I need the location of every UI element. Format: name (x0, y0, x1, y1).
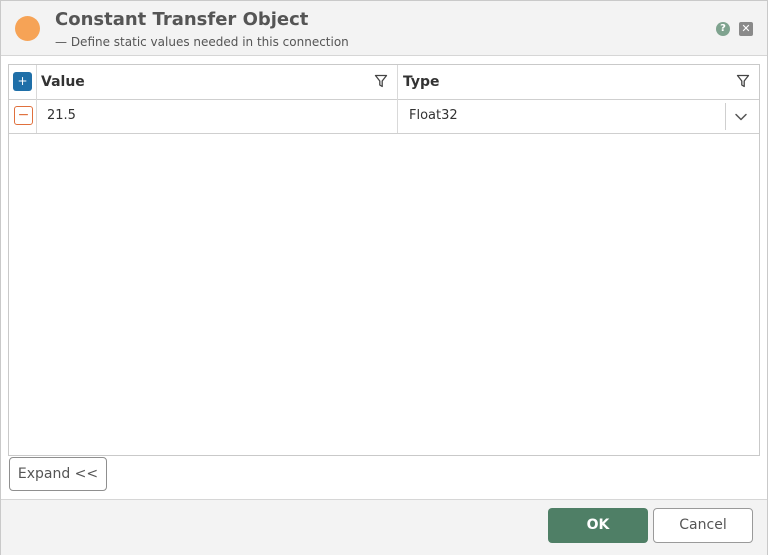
filter-icon[interactable] (374, 74, 388, 88)
ok-button[interactable]: OK (548, 508, 648, 543)
constant-transfer-object-dialog: Constant Transfer Object — Define static… (0, 0, 768, 555)
filter-icon[interactable] (736, 74, 750, 88)
constants-grid: + Value Type − 21.5 Float32 (8, 64, 760, 456)
add-row-button[interactable]: + (13, 72, 32, 91)
value-cell[interactable]: 21.5 (47, 108, 76, 123)
remove-row-button[interactable]: − (14, 106, 33, 125)
dialog-subtitle: — Define static values needed in this co… (55, 35, 349, 49)
status-dot-icon (15, 16, 40, 41)
dialog-footer: OK Cancel (1, 499, 767, 555)
select-divider (725, 103, 726, 130)
close-icon[interactable]: ✕ (739, 22, 753, 36)
grid-header: + Value Type (9, 65, 759, 100)
chevron-down-icon[interactable] (734, 110, 748, 124)
type-select[interactable]: Float32 (398, 100, 758, 133)
cancel-button[interactable]: Cancel (653, 508, 753, 543)
dialog-header: Constant Transfer Object — Define static… (1, 1, 767, 56)
column-header-value[interactable]: Value (41, 74, 85, 90)
expand-button[interactable]: Expand << (9, 457, 107, 491)
dialog-title: Constant Transfer Object (55, 9, 309, 30)
column-header-type[interactable]: Type (403, 74, 440, 90)
table-row: − 21.5 Float32 (9, 100, 759, 134)
help-icon[interactable]: ? (716, 22, 730, 36)
type-select-value: Float32 (409, 108, 458, 123)
